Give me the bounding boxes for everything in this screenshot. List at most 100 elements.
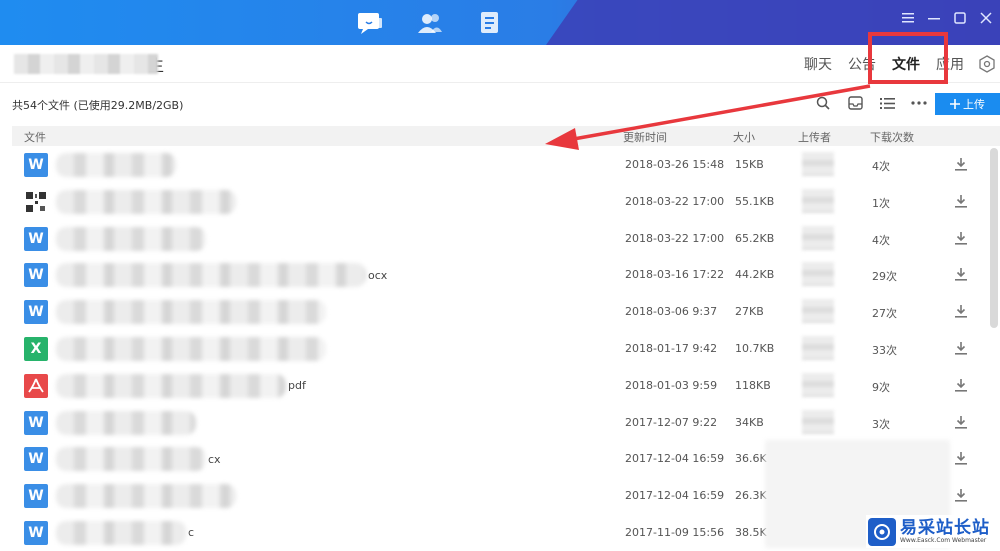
settings-icon[interactable] [978, 55, 996, 73]
file-name[interactable] [56, 336, 326, 362]
minimize-icon[interactable] [926, 10, 942, 26]
download-icon[interactable] [952, 302, 970, 320]
tab-chat[interactable]: 聊天 [796, 54, 840, 74]
file-name[interactable] [56, 226, 206, 252]
docs-nav-icon[interactable] [475, 8, 505, 38]
file-time: 2017-12-07 9:22 [625, 415, 718, 429]
file-row[interactable]: pdf 2018-01-03 9:59 118KB 9次 [12, 367, 988, 404]
file-summary: 共54个文件 (已使用29.2MB/2GB) [12, 99, 184, 112]
window-controls [900, 10, 994, 26]
download-icon[interactable] [952, 192, 970, 210]
file-name-redacted [56, 373, 286, 398]
file-name[interactable]: c [56, 520, 194, 546]
word-file-icon: W [24, 300, 48, 325]
file-size: 10.7KB [735, 341, 775, 355]
file-row[interactable]: W 2017-12-07 9:22 34KB 3次 [12, 404, 988, 441]
file-time: 2018-01-03 9:59 [625, 378, 718, 392]
upload-button[interactable]: 上传 [935, 93, 1000, 115]
col-size[interactable]: 大小 [733, 129, 755, 145]
file-name-redacted [56, 447, 206, 472]
file-downloads: 4次 [872, 233, 890, 247]
title-bar [0, 0, 1000, 45]
file-size: 15KB [735, 158, 764, 171]
file-time: 2018-01-17 9:42 [625, 341, 718, 355]
col-file[interactable]: 文件 [24, 129, 46, 145]
files-tab-highlight-box [868, 32, 948, 84]
col-downloads[interactable]: 下载次数 [870, 129, 914, 145]
plus-icon [950, 99, 960, 109]
file-time: 2018-03-26 15:48 [625, 158, 725, 171]
file-size: 34KB [735, 415, 764, 429]
file-size: 44.2KB [735, 268, 775, 282]
file-name[interactable]: ocx [56, 262, 387, 288]
scrollbar[interactable] [990, 148, 998, 328]
more-icon[interactable] [910, 94, 928, 112]
download-icon[interactable] [952, 486, 970, 504]
file-downloads: 1次 [872, 196, 890, 210]
file-row[interactable]: W 2018-03-06 9:37 27KB 27次 [12, 293, 988, 330]
file-name-suffix: c [188, 526, 195, 540]
file-time: 2018-03-16 17:22 [625, 268, 725, 282]
chat-nav-icon[interactable] [355, 8, 385, 38]
watermark-logo [868, 517, 896, 546]
file-time: 2017-12-04 16:59 [625, 452, 725, 466]
file-toolbar: 共54个文件 (已使用29.2MB/2GB) 上传 [0, 92, 1000, 118]
download-icon[interactable] [952, 449, 970, 467]
file-name-suffix: pdf [288, 379, 306, 393]
file-size: 26.3K [735, 489, 767, 503]
download-icon[interactable] [952, 339, 970, 357]
download-icon[interactable] [952, 265, 970, 283]
file-row[interactable]: W 2018-03-26 15:48 15KB 4次 [12, 146, 988, 183]
uploader-redacted [802, 372, 834, 397]
file-name[interactable] [56, 299, 326, 325]
file-row[interactable]: X 2018-01-17 9:42 10.7KB 33次 [12, 330, 988, 367]
maximize-icon[interactable] [952, 10, 968, 26]
file-name-redacted [56, 300, 326, 325]
file-name[interactable] [56, 483, 236, 509]
word-file-icon: W [24, 410, 48, 435]
group-name: 生 [14, 53, 164, 75]
file-name-suffix: cx [208, 452, 221, 466]
menu-icon[interactable] [900, 10, 916, 26]
file-name-redacted [56, 484, 236, 509]
file-name-redacted [56, 336, 326, 361]
col-uploader[interactable]: 上传者 [798, 129, 831, 145]
list-view-icon[interactable] [878, 94, 896, 112]
file-name[interactable] [56, 410, 196, 436]
file-time: 2018-03-22 17:00 [625, 231, 725, 245]
file-downloads: 3次 [872, 417, 890, 431]
file-row[interactable]: Wocx 2018-03-16 17:22 44.2KB 29次 [12, 256, 988, 293]
contacts-nav-icon[interactable] [415, 8, 445, 38]
file-name-redacted [56, 189, 236, 214]
close-icon[interactable] [978, 10, 994, 26]
uploader-redacted [802, 152, 834, 176]
uploader-redacted [802, 299, 834, 324]
file-name-suffix: ocx [368, 268, 388, 282]
inbox-icon[interactable] [846, 94, 864, 112]
uploader-redacted [802, 225, 834, 250]
file-size: 118KB [735, 378, 771, 392]
file-name[interactable] [56, 189, 236, 215]
file-downloads: 33次 [872, 343, 897, 357]
download-icon[interactable] [952, 229, 970, 247]
uploader-redacted [802, 409, 834, 434]
download-icon[interactable] [952, 376, 970, 394]
file-row[interactable]: W 2018-03-22 17:00 65.2KB 4次 [12, 220, 988, 257]
file-name[interactable] [56, 152, 176, 178]
file-size: 36.6K [735, 452, 767, 466]
search-icon[interactable] [814, 94, 832, 112]
download-icon[interactable] [952, 413, 970, 431]
uploader-redacted [802, 188, 834, 213]
file-time: 2017-12-04 16:59 [625, 489, 725, 503]
group-header: 生 聊天 公告 文件 应用 [0, 45, 1000, 83]
col-time[interactable]: 更新时间 [623, 129, 667, 145]
download-icon[interactable] [952, 155, 970, 173]
word-file-icon: W [24, 484, 48, 509]
watermark-cn: 易采站长站 [900, 517, 990, 538]
file-row[interactable]: 2018-03-22 17:00 55.1KB 1次 [12, 183, 988, 220]
word-file-icon: W [24, 447, 48, 472]
file-name[interactable]: cx [56, 446, 221, 472]
watermark: 易采站长站 Www.Easck.Com Webmaster [866, 515, 1000, 548]
file-name-redacted [56, 410, 196, 435]
file-name[interactable]: pdf [56, 373, 306, 399]
